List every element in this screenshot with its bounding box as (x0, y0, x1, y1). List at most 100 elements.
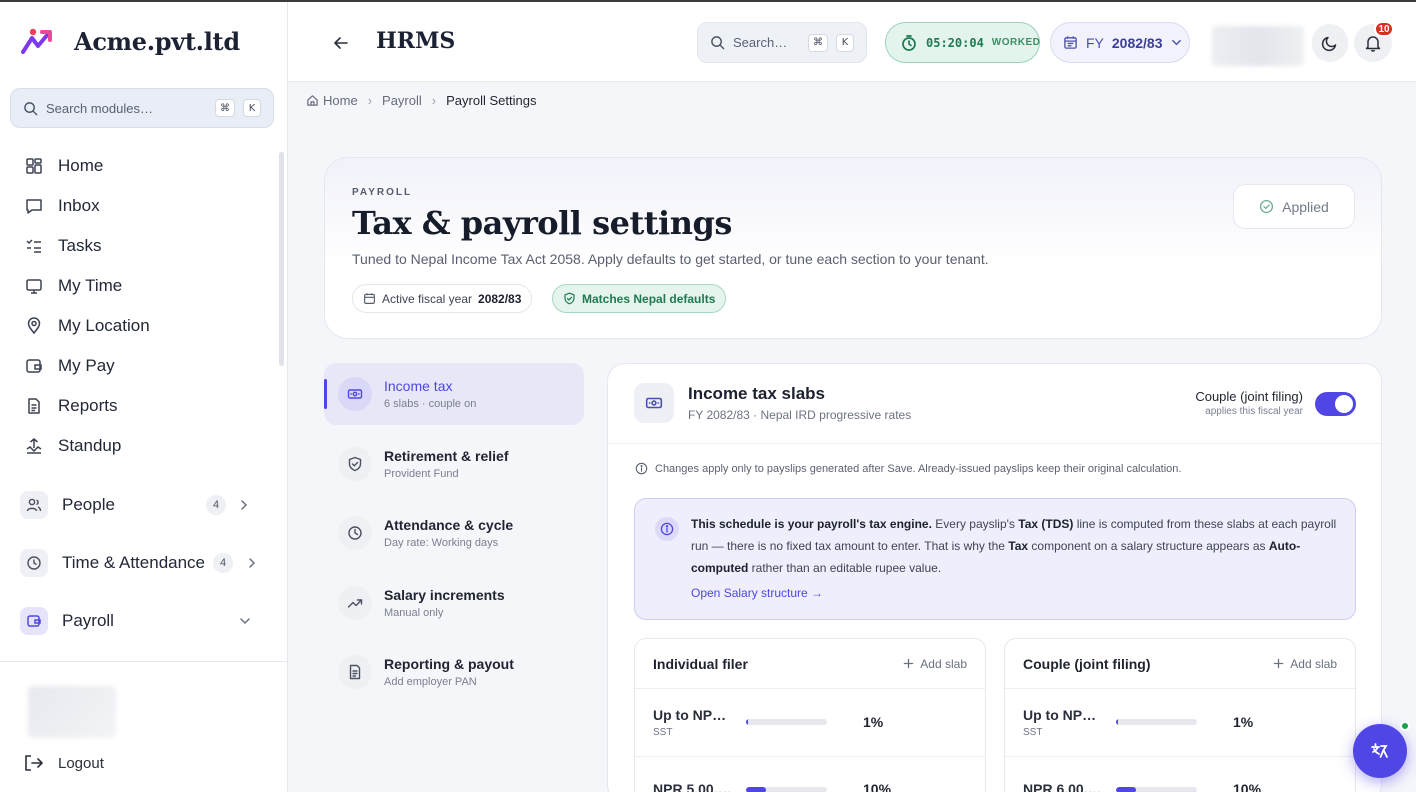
add-slab-button[interactable]: Add slab (1273, 657, 1337, 671)
topbar: HRMS Search… ⌘ K 05:20:04 WORKED FY 2082… (288, 2, 1416, 82)
slab-rate-bar-fill (746, 719, 748, 725)
timer-label: WORKED (991, 37, 1041, 48)
fiscal-year-select[interactable]: FY 2082/83 (1050, 22, 1190, 63)
section-income-tax[interactable]: Income tax 6 slabs · couple on (324, 363, 584, 425)
clock-icon (20, 549, 48, 577)
search-icon (710, 35, 725, 50)
sidebar-item-standup[interactable]: Standup (0, 426, 280, 466)
sidebar-item-tasks[interactable]: Tasks (0, 226, 280, 266)
slab-rate: 10% (863, 781, 892, 792)
global-search-input[interactable]: Search… ⌘ K (697, 22, 867, 63)
section-subtitle: 6 slabs · couple on (384, 398, 477, 410)
breadcrumb: Home › Payroll › Payroll Settings (306, 93, 536, 108)
home-icon (306, 94, 319, 107)
sidebar-item-payroll-sub[interactable] (0, 650, 280, 658)
sidebar-item-my-location[interactable]: My Location (0, 306, 280, 346)
breadcrumb-home[interactable]: Home (323, 93, 358, 108)
add-slab-label: Add slab (920, 656, 967, 671)
table-row[interactable]: NPR 5,00,… 10% (635, 757, 985, 792)
monitor-icon (24, 276, 44, 296)
section-attendance-cycle[interactable]: Attendance & cycle Day rate: Working days (324, 502, 584, 564)
sidebar-item-inbox[interactable]: Inbox (0, 186, 280, 226)
app-title: HRMS (376, 28, 456, 54)
section-retirement-relief[interactable]: Retirement & relief Provident Fund (324, 433, 584, 495)
wallet-icon (24, 356, 44, 376)
sidebar-footer: Logout (0, 661, 287, 792)
timer-icon (900, 34, 918, 52)
open-salary-structure-link[interactable]: Open Salary structure → (691, 586, 823, 600)
sidebar-scrollbar[interactable] (279, 152, 284, 366)
table-row[interactable]: NPR 6,00,… 10% (1005, 757, 1355, 792)
sidebar-item-label: Reports (58, 396, 118, 415)
slab-rate-bar (746, 719, 827, 725)
clock-icon (338, 516, 372, 550)
section-subtitle: Day rate: Working days (384, 537, 499, 549)
sidebar-item-home[interactable]: Home (0, 146, 280, 186)
brand[interactable]: Acme.pvt.ltd (20, 26, 240, 56)
tax-engine-explanation: This schedule is your payroll's tax engi… (691, 513, 1341, 579)
sidebar-group-payroll[interactable]: Payroll (0, 592, 280, 650)
brand-logo-icon (20, 26, 58, 56)
section-reporting-payout[interactable]: Reporting & payout Add employer PAN (324, 641, 584, 703)
add-slab-button[interactable]: Add slab (903, 657, 967, 671)
people-count-badge: 4 (206, 495, 226, 515)
sidebar: Acme.pvt.ltd Search modules… ⌘ K Home In… (0, 2, 288, 792)
table-row[interactable]: Up to NP… SST 1% (635, 689, 985, 757)
slab-rate: 1% (863, 714, 884, 730)
section-salary-increments[interactable]: Salary increments Manual only (324, 572, 584, 634)
callout-bold-1: This schedule is your payroll's tax engi… (691, 517, 932, 531)
sidebar-item-label: Inbox (58, 196, 100, 215)
module-search-input[interactable]: Search modules… ⌘ K (10, 88, 274, 128)
individual-filer-table: Individual filer Add slab Up to NP… SST … (634, 638, 986, 792)
document-icon (338, 655, 372, 689)
fiscal-year-value: 2082/83 (478, 291, 522, 306)
logout-button[interactable]: Logout (24, 754, 104, 772)
callout-bold-2: Tax (TDS) (1018, 517, 1074, 531)
back-arrow-icon[interactable] (332, 34, 350, 52)
slab-table-header: Individual filer Add slab (635, 639, 985, 689)
upload-icon (24, 436, 44, 456)
sidebar-group-label: Time & Attendance (62, 553, 206, 572)
avatar[interactable] (28, 686, 116, 738)
shortcut-k-key: K (836, 33, 854, 52)
user-menu[interactable] (1212, 26, 1304, 66)
sidebar-item-my-pay[interactable]: My Pay (0, 346, 280, 386)
sidebar-item-my-time[interactable]: My Time (0, 266, 280, 306)
couple-filing-label: Couple (joint filing) applies this fisca… (1195, 389, 1303, 417)
brand-name: Acme.pvt.ltd (74, 26, 240, 56)
slab-rate-bar-fill (1116, 787, 1137, 792)
fiscal-year-label: Active fiscal year (382, 291, 473, 306)
search-icon (23, 101, 38, 116)
slab-table-title: Couple (joint filing) (1023, 655, 1151, 672)
assistant-fab-button[interactable] (1353, 724, 1407, 778)
theme-toggle-button[interactable] (1312, 24, 1348, 62)
sidebar-group-time-attendance[interactable]: Time & Attendance 4 (0, 534, 280, 592)
panel-header: Income tax slabs FY 2082/83 · Nepal IRD … (608, 364, 1381, 444)
add-slab-label: Add slab (1290, 656, 1337, 671)
info-icon (635, 462, 648, 475)
section-title: Attendance & cycle (384, 517, 514, 533)
breadcrumb-payroll[interactable]: Payroll (382, 93, 422, 108)
sidebar-item-reports[interactable]: Reports (0, 386, 280, 426)
panel-subtitle: FY 2082/83 · Nepal IRD progressive rates (688, 408, 912, 422)
calendar-icon (363, 292, 376, 305)
time-attendance-count-badge: 4 (213, 553, 233, 573)
global-search-placeholder: Search… (733, 35, 788, 50)
slab-rate-bar (1116, 719, 1197, 725)
applied-button[interactable]: Applied (1233, 184, 1355, 229)
sidebar-group-people[interactable]: People 4 (0, 476, 280, 534)
fy-value: 2082/83 (1111, 34, 1163, 51)
couple-filing-toggle[interactable] (1315, 392, 1356, 416)
table-row[interactable]: Up to NP… SST 1% (1005, 689, 1355, 757)
page-subtitle: Tuned to Nepal Income Tax Act 2058. Appl… (352, 251, 989, 267)
shield-icon (338, 446, 372, 481)
calendar-icon (1063, 35, 1078, 50)
page-header-card: PAYROLL Tax & payroll settings Tuned to … (324, 157, 1382, 339)
work-timer-pill[interactable]: 05:20:04 WORKED (885, 22, 1040, 63)
slab-range: Up to NP… (1023, 707, 1097, 723)
plus-icon (1273, 658, 1284, 669)
slab-range: NPR 6,00,… (1023, 781, 1102, 792)
defaults-badge-label: Matches Nepal defaults (582, 291, 716, 306)
callout-bold-3: Tax (1008, 539, 1029, 553)
sidebar-item-label: My Location (58, 316, 150, 335)
